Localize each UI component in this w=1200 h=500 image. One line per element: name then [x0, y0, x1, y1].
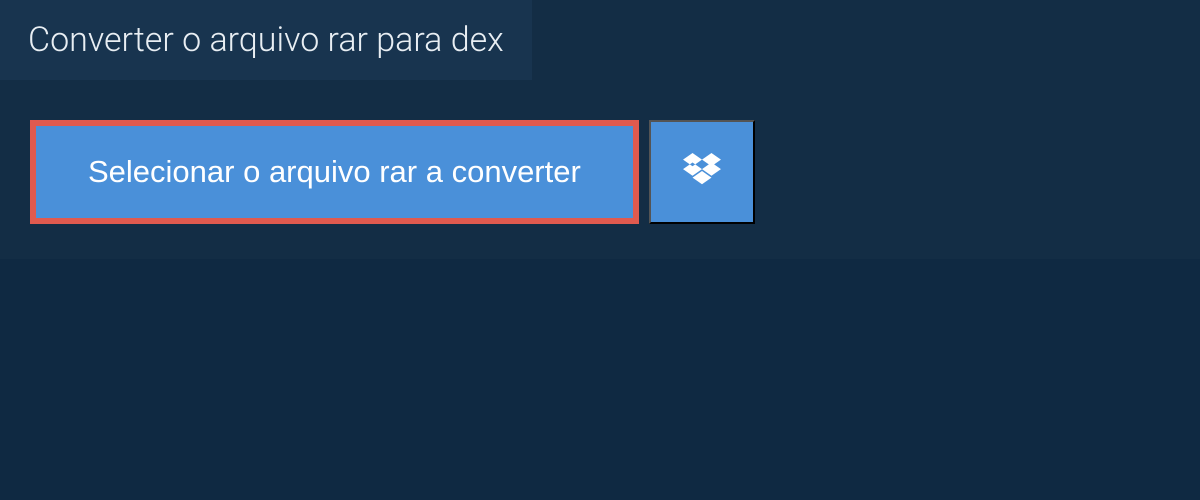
dropbox-button[interactable]	[649, 120, 755, 224]
page-title: Converter o arquivo rar para dex	[28, 20, 504, 60]
action-buttons-row: Selecionar o arquivo rar a converter	[30, 120, 1200, 224]
select-file-label: Selecionar o arquivo rar a converter	[88, 154, 581, 190]
title-bar: Converter o arquivo rar para dex	[0, 0, 532, 80]
select-file-button[interactable]: Selecionar o arquivo rar a converter	[30, 120, 639, 224]
converter-panel: Converter o arquivo rar para dex Selecio…	[0, 0, 1200, 259]
dropbox-icon	[683, 153, 721, 192]
